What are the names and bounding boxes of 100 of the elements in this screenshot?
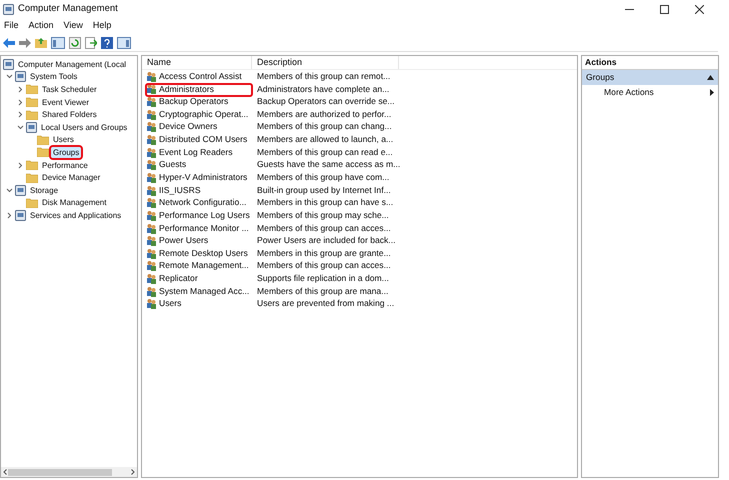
group-name[interactable]: Event Log Readers <box>159 146 233 159</box>
console-tree-icon[interactable] <box>51 36 65 48</box>
tree-item[interactable]: Computer Management (Local <box>16 58 128 70</box>
group-name[interactable]: Guests <box>159 158 186 172</box>
folder-up-icon[interactable] <box>35 37 47 48</box>
tree-item[interactable]: Disk Management <box>40 197 108 208</box>
folder-icon <box>26 160 38 170</box>
user-group-icon <box>146 273 157 284</box>
chevron-icon[interactable] <box>17 86 24 93</box>
group-description: Members of this group may sche... <box>256 208 389 222</box>
user-group-icon <box>146 172 157 183</box>
user-group-icon <box>146 83 157 94</box>
group-name[interactable]: Users <box>159 297 182 310</box>
tree-item[interactable]: Task Scheduler <box>40 84 99 95</box>
group-description: Members are allowed to launch, a... <box>256 133 394 146</box>
user-group-icon <box>146 222 157 234</box>
group-name[interactable]: Network Configuratio... <box>159 196 246 210</box>
chevron-icon[interactable] <box>17 124 24 131</box>
user-group-icon <box>146 159 157 170</box>
chevron-icon[interactable] <box>17 98 24 106</box>
group-description: Members of this group are mana... <box>256 284 388 298</box>
group-name[interactable]: Administrators <box>159 82 214 96</box>
user-group-icon <box>146 235 157 246</box>
close-icon[interactable] <box>695 4 704 14</box>
tree-item[interactable]: Local Users and Groups <box>39 122 130 133</box>
group-name[interactable]: Hyper-V Administrators <box>159 171 248 184</box>
group-name[interactable]: Replicator <box>159 272 198 286</box>
user-group-icon <box>146 184 157 196</box>
maximize-icon[interactable] <box>660 4 669 14</box>
group-name[interactable]: Access Control Assist <box>159 70 242 83</box>
tree-item[interactable]: Storage <box>28 184 60 196</box>
group-description: Members in this group can have s... <box>256 196 394 210</box>
group-name[interactable]: IIS_IUSRS <box>159 184 201 197</box>
group-name[interactable]: Power Users <box>159 234 208 248</box>
action-link[interactable]: More Actions <box>604 86 654 99</box>
export-icon[interactable] <box>85 36 97 48</box>
user-group-icon <box>146 298 157 310</box>
tool-icon <box>15 184 26 196</box>
help-icon[interactable] <box>101 36 113 48</box>
tree-item[interactable]: Event Viewer <box>40 96 91 108</box>
group-description: Supports file replication in a dom... <box>256 272 389 286</box>
menu-item[interactable]: Help <box>92 19 112 33</box>
group-name[interactable]: Performance Log Users <box>159 208 250 222</box>
group-description: Members of this group can acces... <box>256 222 391 234</box>
group-description: Administrators have complete an... <box>256 82 390 96</box>
group-description: Members in this group are grante... <box>256 246 391 260</box>
column-header[interactable]: Name <box>142 56 252 69</box>
chevron-icon[interactable] <box>17 111 24 118</box>
group-description: Backup Operators can override se... <box>256 95 395 108</box>
tree-item[interactable]: Users <box>51 134 76 146</box>
collapse-icon[interactable] <box>707 75 714 80</box>
chevron-icon[interactable] <box>6 186 13 194</box>
back-arrow-icon[interactable] <box>3 38 15 48</box>
group-description: Guests have the same access as m... <box>256 158 400 172</box>
menu-item[interactable]: File <box>4 19 19 33</box>
column-header[interactable]: Description <box>252 56 399 69</box>
group-name[interactable]: System Managed Acc... <box>159 284 250 298</box>
tree-item[interactable]: Performance <box>40 160 90 171</box>
user-group-icon <box>146 286 157 297</box>
group-description: Power Users are included for back... <box>256 234 396 248</box>
group-name[interactable]: Performance Monitor ... <box>159 222 249 234</box>
action-pane-icon[interactable] <box>117 36 131 48</box>
window-title: Computer Management <box>18 2 118 16</box>
chevron-icon[interactable] <box>6 212 13 219</box>
tool-icon <box>15 71 26 82</box>
group-name[interactable]: Backup Operators <box>159 95 228 108</box>
tool-icon <box>3 4 14 14</box>
group-description: Members of this group can chang... <box>256 120 392 134</box>
refresh-icon[interactable] <box>69 36 81 48</box>
actions-section[interactable]: Groups <box>582 70 718 85</box>
user-group-icon <box>146 146 157 158</box>
menu-item[interactable]: View <box>64 19 83 33</box>
folder-icon <box>37 134 49 145</box>
chevron-icon[interactable] <box>17 162 24 169</box>
group-name[interactable]: Cryptographic Operat... <box>159 108 248 121</box>
scroll-left-icon[interactable] <box>3 469 7 475</box>
tree-item[interactable]: Device Manager <box>40 172 102 184</box>
group-description: Members are authorized to perfor... <box>256 108 392 121</box>
tree-item[interactable]: Groups <box>51 146 82 158</box>
tree-item[interactable]: System Tools <box>28 71 80 82</box>
horizontal-scrollbar[interactable] <box>1 467 137 477</box>
forward-arrow-icon[interactable] <box>19 38 31 48</box>
menu-item[interactable]: Action <box>28 19 54 33</box>
group-name[interactable]: Remote Desktop Users <box>159 246 248 260</box>
group-name[interactable]: Remote Management... <box>159 259 249 272</box>
group-name[interactable]: Device Owners <box>159 120 218 134</box>
submenu-arrow-icon <box>710 89 714 96</box>
folder-icon <box>37 147 49 158</box>
group-description: Members of this group have com... <box>256 171 390 184</box>
group-description: Members of this group can remot... <box>256 70 390 83</box>
user-group-icon <box>146 134 157 146</box>
user-group-icon <box>146 108 157 120</box>
group-description: Members of this group can acces... <box>256 259 391 272</box>
tool-icon <box>3 58 14 70</box>
group-name[interactable]: Distributed COM Users <box>159 133 248 146</box>
scroll-right-icon[interactable] <box>131 469 135 475</box>
tree-item[interactable]: Services and Applications <box>28 210 124 221</box>
chevron-icon[interactable] <box>6 73 13 80</box>
tree-item[interactable]: Shared Folders <box>40 109 99 120</box>
user-group-icon <box>146 70 157 82</box>
